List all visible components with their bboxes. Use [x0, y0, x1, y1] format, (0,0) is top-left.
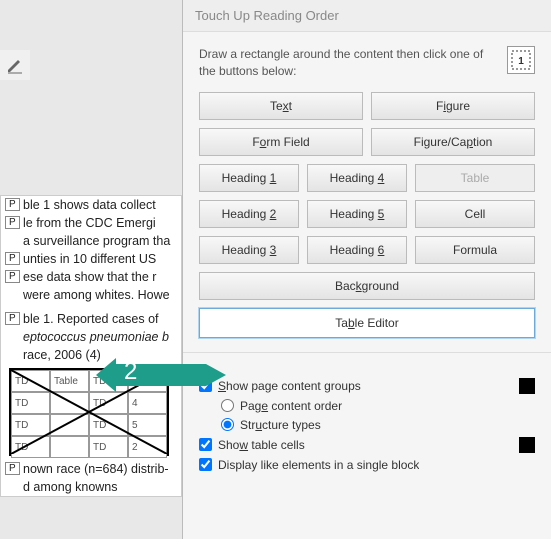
table-cell: TD — [11, 392, 50, 414]
cell-button[interactable]: Cell — [415, 200, 535, 228]
doc-text: d among knowns — [23, 480, 118, 494]
option-label: Page content order — [240, 399, 342, 413]
heading3-button[interactable]: Heading 3 — [199, 236, 299, 264]
doc-text: ese data show that the r — [23, 270, 156, 284]
options-group: Show page content groups Page content or… — [199, 367, 535, 472]
formula-button[interactable]: Formula — [415, 236, 535, 264]
doc-text: unties in 10 different US — [23, 252, 156, 266]
table-cell: TD — [11, 370, 50, 392]
table-cell: 5 — [128, 414, 167, 436]
table-cell: TD — [89, 370, 128, 392]
heading6-button[interactable]: Heading 6 — [307, 236, 407, 264]
structure-types-radio[interactable] — [221, 418, 234, 431]
document-pane: Pble 1 shows data collect Ple from the C… — [0, 0, 182, 539]
heading4-button[interactable]: Heading 4 — [307, 164, 407, 192]
table-cell: 4 — [128, 392, 167, 414]
doc-text: ble 1. Reported cases of — [23, 312, 159, 326]
selection-icon: 1 — [507, 46, 535, 74]
table-cell: 2 — [128, 436, 167, 458]
doc-text: race, 2006 (4) — [23, 348, 101, 362]
option-label: Display like elements in a single block — [218, 458, 419, 472]
text-button[interactable]: Text — [199, 92, 363, 120]
touch-up-reading-order-panel: Touch Up Reading Order Draw a rectangle … — [182, 0, 551, 539]
doc-text: ble 1 shows data collect — [23, 198, 156, 212]
show-table-cells-checkbox[interactable] — [199, 438, 212, 451]
option-label: Show table cells — [218, 438, 305, 452]
document-content: Pble 1 shows data collect Ple from the C… — [0, 195, 182, 497]
option-label: Show page content groups — [218, 379, 361, 393]
instruction-text: Draw a rectangle around the content then… — [199, 46, 497, 80]
doc-text: eptococcus pneumoniae b — [23, 330, 169, 344]
crossed-out-table: TD Table TD per TD TD 4 TD TD 5 TD TD — [9, 368, 169, 456]
paragraph-tag: P — [5, 462, 20, 475]
doc-text: le from the CDC Emergi — [23, 216, 156, 230]
table-cell: per — [128, 370, 167, 392]
display-like-elements-checkbox[interactable] — [199, 458, 212, 471]
paragraph-tag: P — [5, 270, 20, 283]
table-cell — [50, 436, 89, 458]
instruction-row: Draw a rectangle around the content then… — [199, 46, 535, 80]
table-cell: Table — [50, 370, 89, 392]
divider — [183, 352, 551, 353]
table-cell: TD — [89, 436, 128, 458]
page-content-order-radio[interactable] — [221, 399, 234, 412]
paragraph-tag: P — [5, 312, 20, 325]
heading1-button[interactable]: Heading 1 — [199, 164, 299, 192]
doc-text: were among whites. Howe — [23, 288, 170, 302]
table-cell: TD — [11, 414, 50, 436]
show-page-content-groups-checkbox[interactable] — [199, 379, 212, 392]
figure-caption-button[interactable]: Figure/Caption — [371, 128, 535, 156]
figure-button[interactable]: Figure — [371, 92, 535, 120]
table-cell: TD — [89, 392, 128, 414]
doc-text: nown race (n=684) distrib- — [23, 462, 169, 476]
option-label: Structure types — [240, 418, 321, 432]
color-swatch[interactable] — [519, 378, 535, 394]
paragraph-tag: P — [5, 252, 20, 265]
edit-tool-icon[interactable] — [0, 50, 30, 80]
color-swatch[interactable] — [519, 437, 535, 453]
table-cell: TD — [89, 414, 128, 436]
table-cell — [50, 392, 89, 414]
svg-text:1: 1 — [518, 56, 524, 67]
paragraph-tag: P — [5, 216, 20, 229]
table-editor-button[interactable]: Table Editor — [199, 308, 535, 338]
background-button[interactable]: Background — [199, 272, 535, 300]
doc-text: a surveillance program tha — [23, 234, 170, 248]
panel-title-text: Touch Up Reading Order — [195, 8, 339, 23]
close-icon[interactable] — [525, 4, 547, 26]
table-button: Table — [415, 164, 535, 192]
paragraph-tag: P — [5, 198, 20, 211]
table-cell — [50, 414, 89, 436]
form-field-button[interactable]: Form Field — [199, 128, 363, 156]
heading5-button[interactable]: Heading 5 — [307, 200, 407, 228]
table-cell: TD — [11, 436, 50, 458]
panel-title: Touch Up Reading Order — [183, 0, 551, 32]
heading2-button[interactable]: Heading 2 — [199, 200, 299, 228]
